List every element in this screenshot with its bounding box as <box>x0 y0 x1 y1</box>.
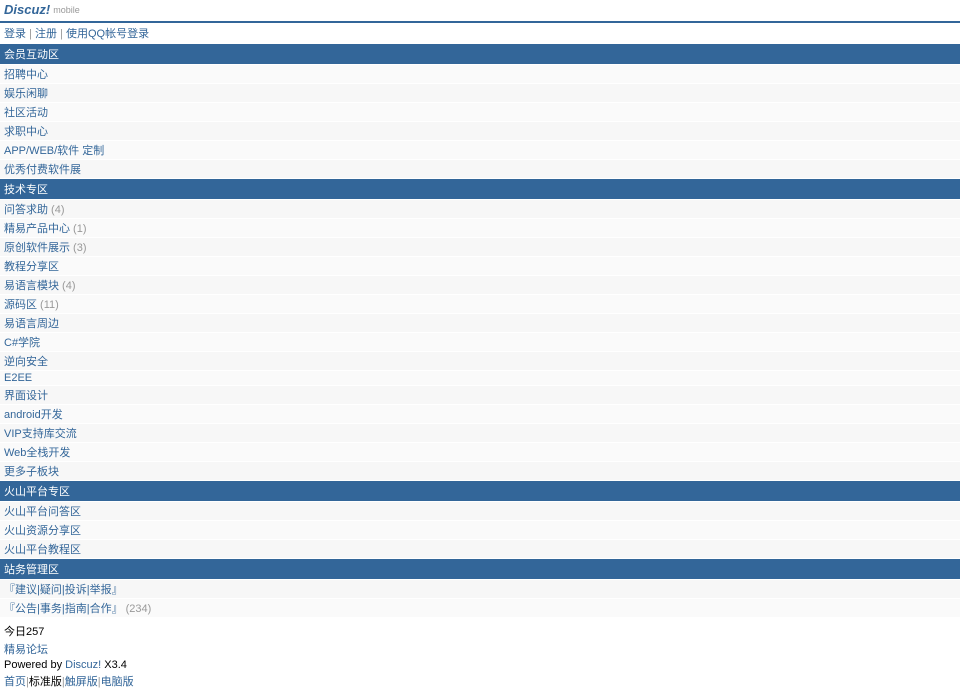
today-count: 今日257 <box>4 623 956 639</box>
forum-link[interactable]: 问答求助 <box>4 204 48 216</box>
forum-item[interactable]: 易语言模块 (4) <box>0 276 960 294</box>
forum-item[interactable]: 『公告|事务|指南|合作』 (234) <box>0 599 960 617</box>
forum-item[interactable]: 问答求助 (4) <box>0 200 960 218</box>
forum-item[interactable]: 优秀付费软件展 <box>0 160 960 178</box>
forum-item[interactable]: 易语言周边 <box>0 314 960 332</box>
nav-standard-text: 标准版 <box>29 676 62 688</box>
header: Discuz! mobile <box>0 0 960 19</box>
footer-nav: 首页|标准版|触屏版|电脑版 <box>4 673 956 689</box>
sections-container: 会员互动区招聘中心娱乐闲聊社区活动求职中心 APP/WEB/软件 定制优秀付费软件… <box>0 44 960 617</box>
forum-link[interactable]: 逆向安全 <box>4 356 48 368</box>
forum-link[interactable]: 火山平台问答区 <box>4 506 81 518</box>
forum-link[interactable]: APP/WEB/软件 定制 <box>4 145 104 157</box>
forum-link[interactable]: C#学院 <box>4 337 40 349</box>
forum-link[interactable]: VIP支持库交流 <box>4 428 77 440</box>
forum-item[interactable]: 精易产品中心 (1) <box>0 219 960 237</box>
forum-link[interactable]: 招聘中心 <box>4 69 48 81</box>
forum-link[interactable]: 原创软件展示 <box>4 242 70 254</box>
nav-touch-link[interactable]: 触屏版 <box>65 676 98 688</box>
forum-link[interactable]: 『公告|事务|指南|合作』 <box>4 603 123 615</box>
forum-item[interactable]: C#学院 <box>0 333 960 351</box>
forum-link[interactable]: 精易产品中心 <box>4 223 70 235</box>
version-text: X3.4 <box>101 659 127 671</box>
logo-main: Discuz! <box>4 2 50 17</box>
forum-item[interactable]: 娱乐闲聊 <box>0 84 960 102</box>
forum-item[interactable]: 源码区 (11) <box>0 295 960 313</box>
login-link[interactable]: 登录 <box>4 28 26 40</box>
auth-bar: 登录 | 注册 | 使用QQ帐号登录 <box>0 23 960 43</box>
forum-count: (4) <box>59 280 76 292</box>
section-header: 火山平台专区 <box>0 481 960 501</box>
forum-item[interactable]: 社区活动 <box>0 103 960 121</box>
forum-item[interactable]: 原创软件展示 (3) <box>0 238 960 256</box>
forum-link[interactable]: 界面设计 <box>4 390 48 402</box>
forum-link[interactable]: 易语言模块 <box>4 280 59 292</box>
forum-link[interactable]: 『建议|疑问|投诉|举报』 <box>4 584 123 596</box>
logo-sub: mobile <box>53 5 80 15</box>
powered-by-text: Powered by <box>4 659 65 671</box>
qq-login-link[interactable]: 使用QQ帐号登录 <box>66 28 149 40</box>
forum-item[interactable]: 招聘中心 <box>0 65 960 83</box>
forum-count: (11) <box>37 299 59 311</box>
powered-by-line: Powered by Discuz! X3.4 <box>4 659 956 671</box>
forum-item[interactable]: 界面设计 <box>0 386 960 404</box>
forum-item[interactable]: 火山平台教程区 <box>0 540 960 558</box>
footer: 今日257 精易论坛 Powered by Discuz! X3.4 首页|标准… <box>0 617 960 693</box>
forum-item[interactable]: 火山资源分享区 <box>0 521 960 539</box>
forum-item[interactable]: 更多子板块 <box>0 462 960 480</box>
forum-link[interactable]: 社区活动 <box>4 107 48 119</box>
forum-item[interactable]: Web全栈开发 <box>0 443 960 461</box>
section-header: 站务管理区 <box>0 559 960 579</box>
forum-item[interactable]: 『建议|疑问|投诉|举报』 <box>0 580 960 598</box>
site-name-link[interactable]: 精易论坛 <box>4 644 48 656</box>
forum-item[interactable]: 求职中心 <box>0 122 960 140</box>
forum-item[interactable]: E2EE <box>0 371 960 385</box>
forum-link[interactable]: 更多子板块 <box>4 466 59 478</box>
forum-count: (4) <box>48 204 65 216</box>
separator: | <box>29 28 32 40</box>
forum-link[interactable]: 火山平台教程区 <box>4 544 81 556</box>
nav-desktop-link[interactable]: 电脑版 <box>101 676 134 688</box>
forum-link[interactable]: android开发 <box>4 409 63 421</box>
forum-item[interactable]: APP/WEB/软件 定制 <box>0 141 960 159</box>
forum-count: (234) <box>123 603 152 615</box>
section-header: 技术专区 <box>0 179 960 199</box>
section-header: 会员互动区 <box>0 44 960 64</box>
forum-item[interactable]: android开发 <box>0 405 960 423</box>
forum-link[interactable]: 易语言周边 <box>4 318 59 330</box>
forum-count: (3) <box>70 242 87 254</box>
nav-home-link[interactable]: 首页 <box>4 676 26 688</box>
separator: | <box>60 28 63 40</box>
forum-link[interactable]: 娱乐闲聊 <box>4 88 48 100</box>
forum-item[interactable]: 教程分享区 <box>0 257 960 275</box>
register-link[interactable]: 注册 <box>35 28 57 40</box>
forum-item[interactable]: VIP支持库交流 <box>0 424 960 442</box>
forum-link[interactable]: 求职中心 <box>4 126 48 138</box>
forum-link[interactable]: 教程分享区 <box>4 261 59 273</box>
forum-link[interactable]: Web全栈开发 <box>4 447 70 459</box>
forum-link[interactable]: 火山资源分享区 <box>4 525 81 537</box>
forum-count: (1) <box>70 223 87 235</box>
forum-link[interactable]: 源码区 <box>4 299 37 311</box>
forum-link[interactable]: E2EE <box>4 372 32 384</box>
forum-item[interactable]: 火山平台问答区 <box>0 502 960 520</box>
forum-item[interactable]: 逆向安全 <box>0 352 960 370</box>
discuz-link[interactable]: Discuz! <box>65 659 101 671</box>
forum-link[interactable]: 优秀付费软件展 <box>4 164 81 176</box>
